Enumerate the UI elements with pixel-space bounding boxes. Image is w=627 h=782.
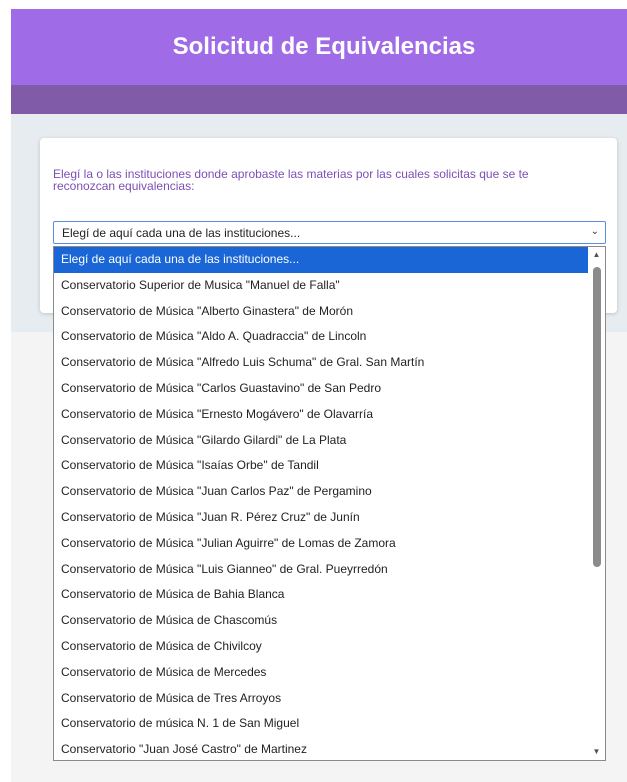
dropdown-option[interactable]: Conservatorio de Música "Luis Gianneo" d…	[54, 557, 588, 583]
arrow-down-icon[interactable]: ▼	[588, 744, 605, 760]
dropdown-option[interactable]: Conservatorio de Música "Carlos Guastavi…	[54, 376, 588, 402]
dropdown-option[interactable]: Conservatorio de Música de Mercedes	[54, 660, 588, 686]
institution-select[interactable]: Elegí de aquí cada una de las institucio…	[53, 221, 606, 244]
dropdown-option[interactable]: Conservatorio de Música "Ernesto Mogáver…	[54, 402, 588, 428]
arrow-up-icon[interactable]: ▲	[588, 247, 605, 263]
dropdown-option[interactable]: Conservatorio Superior de Musica "Manuel…	[54, 273, 588, 299]
dropdown-option[interactable]: Conservatorio "Juan José Castro" de Mart…	[54, 737, 588, 760]
header-subbar	[11, 85, 627, 114]
dropdown-option[interactable]: Conservatorio de Música "Juan Carlos Paz…	[54, 479, 588, 505]
scrollbar[interactable]: ▲ ▼	[588, 247, 605, 760]
dropdown-option[interactable]: Conservatorio de Música de Bahia Blanca	[54, 582, 588, 608]
options-list: Elegí de aquí cada una de las institucio…	[54, 247, 588, 760]
dropdown-option[interactable]: Conservatorio de música N. 1 de San Migu…	[54, 711, 588, 737]
dropdown-option[interactable]: Conservatorio de Música de Chivilcoy	[54, 634, 588, 660]
dropdown-option[interactable]: Conservatorio de Música de Chascomús	[54, 608, 588, 634]
question-label: Elegí la o las instituciones donde aprob…	[53, 167, 529, 193]
header-banner: Solicitud de Equivalencias	[11, 9, 627, 85]
page-title: Solicitud de Equivalencias	[172, 33, 476, 60]
dropdown-option[interactable]: Conservatorio de Música de Tres Arroyos	[54, 686, 588, 712]
dropdown-option[interactable]: Conservatorio de Música "Julian Aguirre"…	[54, 531, 588, 557]
dropdown-option[interactable]: Elegí de aquí cada una de las institucio…	[54, 247, 588, 273]
dropdown-option[interactable]: Conservatorio de Música "Aldo A. Quadrac…	[54, 324, 588, 350]
dropdown-option[interactable]: Conservatorio de Música "Alfredo Luis Sc…	[54, 350, 588, 376]
scrollbar-thumb[interactable]	[593, 267, 601, 567]
dropdown-option[interactable]: Conservatorio de Música "Juan R. Pérez C…	[54, 505, 588, 531]
dropdown-option[interactable]: Conservatorio de Música "Alberto Ginaste…	[54, 299, 588, 325]
chevron-down-icon: ⌄	[590, 226, 599, 237]
select-value: Elegí de aquí cada una de las institucio…	[62, 226, 301, 240]
dropdown-option[interactable]: Conservatorio de Música "Isaías Orbe" de…	[54, 453, 588, 479]
dropdown-option[interactable]: Conservatorio de Música "Gilardo Gilardi…	[54, 428, 588, 454]
institution-dropdown-list[interactable]: Elegí de aquí cada una de las institucio…	[53, 246, 606, 761]
